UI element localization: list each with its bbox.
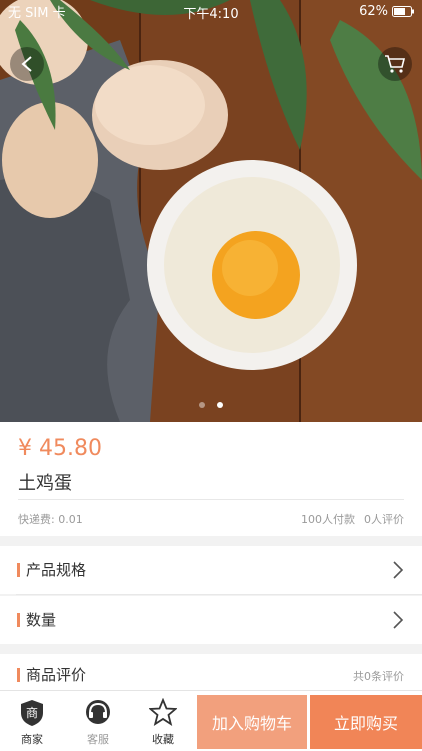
buy-now-button[interactable]: 立即购买: [310, 695, 422, 749]
product-info-card: ¥ 45.80 土鸡蛋 快递费: 0.01 100人付款 0人评价: [0, 422, 422, 536]
cart-icon: [385, 55, 406, 73]
carousel-dot[interactable]: [199, 402, 206, 408]
service-tab[interactable]: 客服: [66, 691, 130, 751]
divider: [18, 499, 404, 500]
accent-bar: [17, 563, 20, 577]
shop-tab-label: 商家: [21, 733, 43, 746]
spec-row[interactable]: 产品规格: [0, 546, 422, 594]
bottom-action-bar: 商 商家 客服 收藏 加入购物车 立即购买: [0, 690, 422, 751]
service-tab-label: 客服: [87, 733, 109, 746]
shop-tab[interactable]: 商 商家: [0, 691, 64, 751]
quantity-label: 数量: [26, 611, 57, 629]
product-price: ¥ 45.80: [18, 436, 102, 461]
carousel-dot-active[interactable]: [216, 402, 223, 408]
chevron-right-icon: [393, 611, 404, 629]
shop-badge-text: 商: [25, 706, 38, 720]
star-icon: [149, 698, 177, 726]
accent-bar: [17, 668, 20, 682]
back-button[interactable]: [10, 47, 44, 81]
favorite-tab[interactable]: 收藏: [131, 691, 195, 751]
reviews-row[interactable]: 商品评价 共0条评价: [0, 654, 422, 690]
spec-label: 产品规格: [26, 561, 87, 579]
accent-bar: [17, 613, 20, 627]
cart-button[interactable]: [378, 47, 412, 81]
quantity-row[interactable]: 数量: [0, 596, 422, 644]
headset-icon: [86, 700, 110, 724]
shipping-fee: 快递费: 0.01: [18, 513, 83, 526]
product-image-carousel[interactable]: 无 SIM 卡 下午4:10 62%: [0, 0, 422, 422]
reviews-label: 商品评价: [26, 666, 87, 684]
clock-text: 下午4:10: [183, 7, 239, 22]
status-bar: 无 SIM 卡 下午4:10 62%: [0, 0, 422, 22]
chevron-right-icon: [393, 561, 404, 579]
chevron-left-icon: [21, 56, 32, 72]
buyer-count: 100人付款: [301, 513, 355, 526]
carousel-indicator: [0, 393, 422, 412]
reviews-total: 共0条评价: [353, 670, 404, 683]
product-photo: [0, 0, 422, 422]
product-title: 土鸡蛋: [18, 473, 72, 494]
divider: [16, 594, 422, 595]
favorite-tab-label: 收藏: [152, 733, 174, 746]
add-to-cart-button[interactable]: 加入购物车: [197, 695, 307, 749]
review-count-summary: 0人评价: [364, 513, 404, 526]
